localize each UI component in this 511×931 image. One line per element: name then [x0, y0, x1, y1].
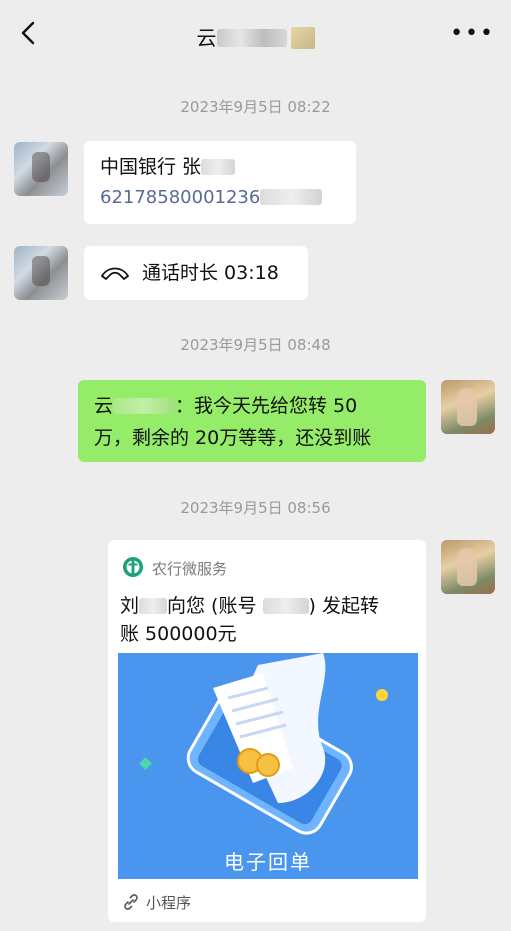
title-avatar: [290, 27, 315, 49]
sent-text-line2: 万，剩余的 20万等等，还没到账: [94, 427, 372, 449]
bank-card-message[interactable]: 中国银行 张 62178580001236: [84, 141, 356, 224]
timestamp: 2023年9月5日 08:56: [180, 499, 331, 517]
more-button[interactable]: •••: [450, 21, 495, 46]
phone-hangup-icon: [101, 267, 129, 280]
my-avatar[interactable]: [441, 380, 495, 434]
transfer-title-b: 向您 (账号: [167, 595, 257, 617]
bank-card-name: 中国银行 张: [100, 156, 202, 178]
redacted-text: [262, 598, 309, 614]
redacted-text: [260, 189, 323, 205]
transfer-title-c: ) 发起转: [308, 595, 379, 617]
chat-title: 云: [0, 22, 511, 51]
contact-avatar[interactable]: [14, 246, 68, 300]
sent-sender: 云: [94, 395, 114, 417]
bank-account-number: 62178580001236: [100, 187, 261, 208]
timestamp: 2023年9月5日 08:22: [180, 98, 331, 116]
more-dots-icon: •••: [450, 21, 495, 46]
timestamp: 2023年9月5日 08:48: [180, 336, 331, 354]
my-avatar[interactable]: [441, 540, 495, 594]
service-name: 农行微服务: [152, 560, 228, 578]
call-message[interactable]: 通话时长 03:18: [84, 246, 308, 300]
chat-title-text: 云: [196, 26, 217, 50]
transfer-amount-line: 账 500000元: [120, 623, 237, 645]
contact-avatar[interactable]: [14, 142, 68, 196]
redacted-text: [201, 159, 236, 175]
link-icon: [124, 894, 138, 910]
receipt-image[interactable]: 电子回单: [118, 653, 418, 879]
redacted-text: [113, 398, 176, 414]
redacted-text: [139, 598, 168, 614]
sent-text-line1: ：我今天先给您转 50: [175, 395, 358, 417]
abc-bank-logo-icon: [123, 557, 143, 577]
receipt-label: 电子回单: [224, 850, 312, 874]
redacted-name: [216, 29, 287, 47]
call-duration: 通话时长 03:18: [142, 262, 279, 284]
transfer-title-a: 刘: [120, 595, 140, 617]
mini-program-label: 小程序: [146, 894, 192, 912]
sent-message[interactable]: 云 ：我今天先给您转 50 万，剩余的 20万等等，还没到账: [78, 380, 426, 462]
